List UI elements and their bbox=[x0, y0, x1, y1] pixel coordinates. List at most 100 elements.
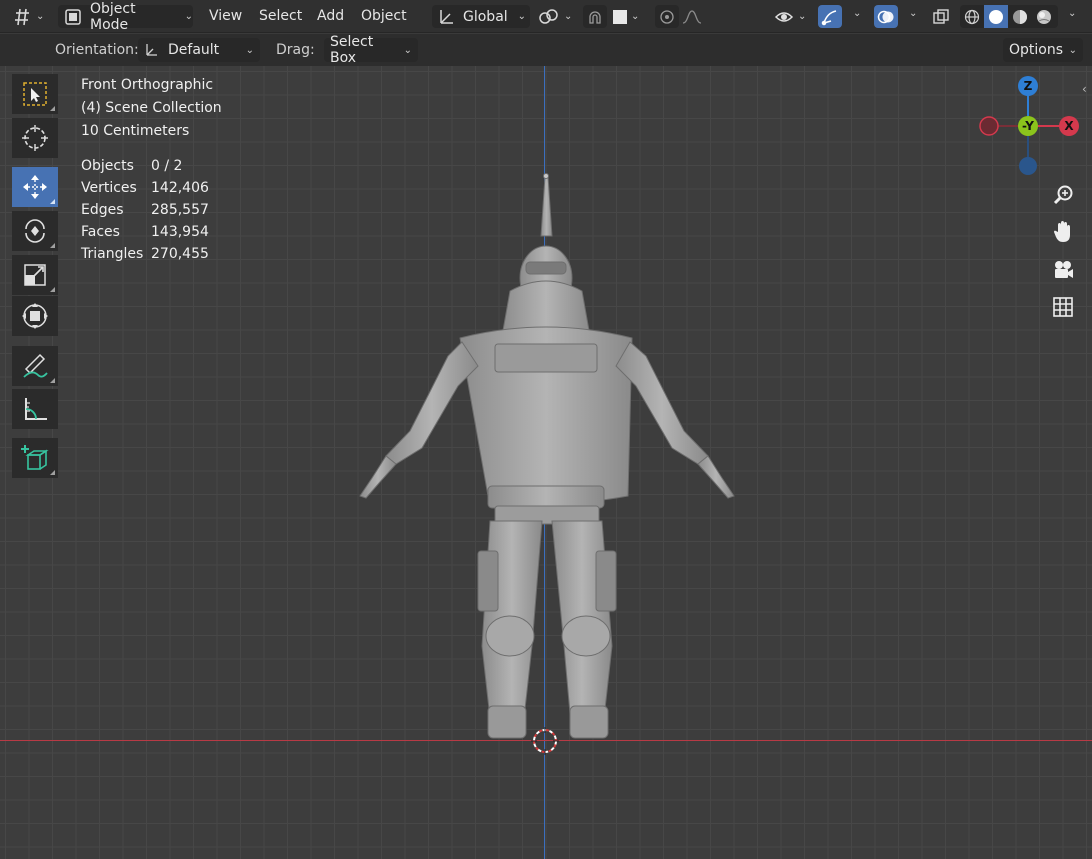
stat-label-edges: Edges bbox=[81, 202, 124, 218]
stat-value-edges: 285,557 bbox=[151, 202, 209, 218]
chevron-down-icon: ⌄ bbox=[184, 11, 193, 22]
cursor-icon bbox=[21, 124, 49, 152]
transform-orientation-dropdown[interactable]: Global ⌄ bbox=[432, 5, 530, 28]
sidebar-toggle-arrow-icon[interactable]: ‹ bbox=[1082, 82, 1087, 96]
stat-value-triangles: 270,455 bbox=[151, 246, 209, 262]
stat-label-faces: Faces bbox=[81, 224, 120, 240]
grid-scale: 10 Centimeters bbox=[81, 123, 190, 139]
move-icon bbox=[21, 173, 49, 201]
orientation-dropdown[interactable]: Default ⌄ bbox=[138, 38, 260, 62]
square-icon bbox=[613, 9, 627, 24]
drag-value: Select Box bbox=[330, 34, 374, 66]
chevron-down-icon: ⌄ bbox=[564, 11, 573, 22]
drag-dropdown[interactable]: Select Box ⌄ bbox=[324, 34, 418, 66]
solid-sphere-icon bbox=[988, 9, 1004, 25]
tool-measure[interactable] bbox=[12, 389, 58, 429]
shading-dropdown-chevron-icon[interactable]: ⌄ bbox=[1068, 8, 1076, 19]
xray-icon bbox=[932, 8, 950, 26]
proportional-icon bbox=[659, 9, 675, 25]
menu-add[interactable]: Add bbox=[317, 8, 344, 24]
chevron-down-icon: ⌄ bbox=[798, 11, 807, 22]
pivot-point-button[interactable]: ⌄ bbox=[538, 5, 578, 28]
blender-window: ⌄ Object Mode ⌄ View Select Add Object G… bbox=[0, 0, 1092, 859]
orientation-icon bbox=[437, 8, 455, 26]
gizmo-x-label: X bbox=[1064, 119, 1074, 133]
chevron-down-icon: ⌄ bbox=[245, 44, 254, 56]
solid-shading-button[interactable] bbox=[984, 5, 1008, 28]
menu-object[interactable]: Object bbox=[361, 8, 407, 24]
chevron-down-icon: ⌄ bbox=[631, 11, 640, 22]
tool-transform[interactable] bbox=[12, 296, 58, 336]
falloff-button[interactable] bbox=[681, 5, 717, 28]
snap-toggle[interactable] bbox=[583, 5, 607, 28]
overlay-icon bbox=[877, 8, 895, 26]
chevron-down-icon: ⌄ bbox=[517, 11, 527, 22]
overlay-toggle[interactable] bbox=[874, 5, 898, 28]
wireframe-shading-button[interactable] bbox=[960, 5, 984, 28]
menu-select[interactable]: Select bbox=[259, 8, 302, 24]
gizmo-toggle[interactable] bbox=[818, 5, 842, 28]
rendered-sphere-icon bbox=[1036, 9, 1052, 25]
tool-rotate[interactable] bbox=[12, 211, 58, 251]
camera-view-button[interactable] bbox=[1047, 254, 1079, 286]
zoom-button[interactable] bbox=[1047, 179, 1079, 211]
3d-cursor-icon[interactable] bbox=[531, 727, 559, 755]
menu-view[interactable]: View bbox=[209, 8, 242, 24]
link-icon bbox=[538, 8, 560, 26]
shading-mode-group bbox=[960, 5, 1058, 28]
hand-icon bbox=[1052, 220, 1074, 244]
stat-label-vertices: Vertices bbox=[81, 180, 137, 196]
options-dropdown[interactable]: Options ⌄ bbox=[1003, 38, 1083, 62]
material-sphere-icon bbox=[1012, 9, 1028, 25]
editor-type-icon bbox=[12, 8, 32, 26]
orientation-label: Orientation: bbox=[55, 42, 139, 58]
proportional-edit-toggle[interactable] bbox=[655, 5, 679, 28]
pan-button[interactable] bbox=[1047, 216, 1079, 248]
stat-value-faces: 143,954 bbox=[151, 224, 209, 240]
chevron-down-icon: ⌄ bbox=[1068, 44, 1077, 56]
wireframe-sphere-icon bbox=[964, 9, 980, 25]
tool-cursor[interactable] bbox=[12, 118, 58, 158]
snap-target-button[interactable]: ⌄ bbox=[610, 5, 648, 28]
character-model[interactable] bbox=[350, 166, 750, 746]
orientation-value: Default bbox=[168, 42, 220, 58]
stat-label-triangles: Triangles bbox=[81, 246, 144, 262]
grid-icon bbox=[1052, 296, 1074, 318]
zoom-icon bbox=[1052, 184, 1074, 206]
mode-dropdown[interactable]: Object Mode ⌄ bbox=[58, 1, 193, 33]
chevron-down-icon: ⌄ bbox=[403, 44, 412, 56]
ortho-toggle-button[interactable] bbox=[1047, 291, 1079, 323]
view-name: Front Orthographic bbox=[81, 77, 214, 93]
mode-label: Object Mode bbox=[90, 0, 136, 33]
object-mode-icon bbox=[64, 8, 82, 26]
overlay-dropdown-chevron-icon[interactable]: ⌄ bbox=[909, 8, 917, 19]
tool-move[interactable] bbox=[12, 167, 58, 207]
gizmo-dropdown-chevron-icon[interactable]: ⌄ bbox=[853, 8, 861, 19]
navigation-gizmo[interactable]: Z -Y X bbox=[975, 74, 1085, 184]
material-shading-button[interactable] bbox=[1008, 5, 1032, 28]
view-info-overlay: Front Orthographic (4) Scene Collection … bbox=[81, 74, 222, 143]
eye-icon bbox=[774, 9, 794, 25]
rendered-shading-button[interactable] bbox=[1032, 5, 1056, 28]
add-cube-icon bbox=[20, 443, 50, 473]
viewport-header: ⌄ Object Mode ⌄ View Select Add Object G… bbox=[0, 0, 1092, 33]
measure-icon bbox=[21, 395, 49, 423]
3d-viewport[interactable]: Front Orthographic (4) Scene Collection … bbox=[0, 66, 1092, 859]
drag-label: Drag: bbox=[276, 42, 315, 58]
scale-icon bbox=[21, 261, 49, 289]
transform-icon bbox=[21, 302, 49, 330]
annotate-icon bbox=[20, 351, 50, 381]
camera-icon bbox=[1051, 259, 1075, 281]
tool-annotate[interactable] bbox=[12, 346, 58, 386]
xray-toggle[interactable] bbox=[929, 5, 953, 28]
gizmo-z-label: Z bbox=[1024, 79, 1033, 93]
stat-value-objects: 0 / 2 bbox=[151, 158, 183, 174]
editor-type-button[interactable]: ⌄ bbox=[12, 5, 52, 28]
chevron-down-icon: ⌄ bbox=[36, 11, 45, 22]
tool-add-cube[interactable] bbox=[12, 438, 58, 478]
tool-select-box[interactable] bbox=[12, 74, 58, 114]
visibility-button[interactable]: ⌄ bbox=[774, 5, 810, 28]
rotate-icon bbox=[21, 217, 49, 245]
tool-scale[interactable] bbox=[12, 255, 58, 295]
stat-label-objects: Objects bbox=[81, 158, 134, 174]
